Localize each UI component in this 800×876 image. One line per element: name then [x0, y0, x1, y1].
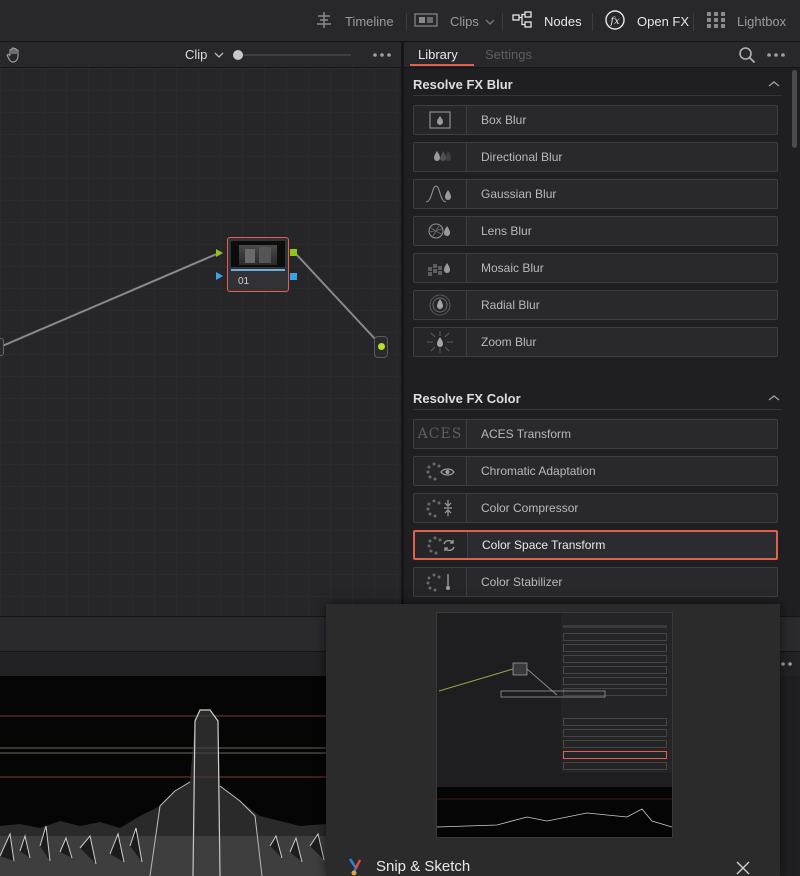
fx-item-label: Directional Blur: [481, 150, 563, 164]
nodes-icon: [512, 10, 544, 32]
waveform-trace: [0, 709, 326, 876]
chevron-up-icon[interactable]: [768, 80, 780, 88]
zoom-slider-handle[interactable]: [233, 50, 243, 60]
fx-item-chromatic-adaptation[interactable]: Chromatic Adaptation: [413, 456, 778, 486]
section-title-blur: Resolve FX Blur: [413, 77, 513, 92]
library-scrollbar[interactable]: [792, 70, 797, 148]
close-icon[interactable]: [735, 860, 751, 876]
color-space-transform-icon: [415, 532, 468, 558]
snip-footer: Snip & Sketch: [326, 852, 780, 876]
open-fx-button[interactable]: fx Open FX: [605, 0, 689, 42]
box-blur-icon: [414, 106, 467, 134]
lightbox-button[interactable]: Lightbox: [707, 0, 786, 42]
mosaic-blur-icon: [414, 254, 467, 282]
chevron-down-icon: [485, 14, 507, 29]
fx-item-label: Box Blur: [481, 113, 527, 127]
fx-item-color-space-transform[interactable]: Color Space Transform: [413, 530, 778, 560]
fx-item-label: Lens Blur: [481, 224, 532, 238]
chevron-up-icon[interactable]: [768, 394, 780, 402]
fx-item-radial-blur[interactable]: Radial Blur: [413, 290, 778, 320]
fx-item-directional-blur[interactable]: Directional Blur: [413, 142, 778, 172]
fx-item-label: Gaussian Blur: [481, 187, 557, 201]
open-fx-label: Open FX: [637, 13, 690, 29]
fx-item-label: Color Space Transform: [482, 538, 606, 552]
color-stabilizer-icon: [414, 568, 467, 596]
fx-item-label: Color Compressor: [481, 501, 579, 515]
timeline-icon: [315, 11, 345, 32]
zoom-slider[interactable]: [233, 50, 351, 60]
fx-item-label: Zoom Blur: [481, 335, 537, 349]
snip-and-sketch-app-icon: [346, 857, 366, 876]
node-mode-dropdown[interactable]: Clip: [185, 47, 224, 62]
chevron-down-icon: [214, 47, 224, 62]
top-toolbar: Timeline Clips Nodes fx Open FX Lightbox: [0, 0, 800, 42]
timeline-label: Timeline: [345, 13, 394, 29]
color-compressor-icon: [414, 494, 467, 522]
node-mode-label: Clip: [185, 47, 208, 62]
radial-blur-icon: [414, 291, 467, 319]
lightbox-icon: [707, 11, 737, 31]
node-connections: [0, 249, 377, 348]
more-options-icon[interactable]: [766, 46, 786, 69]
fx-item-label: Color Stabilizer: [481, 575, 563, 589]
nodes-label: Nodes: [544, 13, 582, 29]
tab-library[interactable]: Library: [418, 47, 458, 62]
chromatic-adaptation-icon: [414, 457, 467, 485]
fx-item-label: Chromatic Adaptation: [481, 464, 596, 478]
more-options-icon[interactable]: [780, 655, 800, 678]
fx-item-lens-blur[interactable]: Lens Blur: [413, 216, 778, 246]
fx-item-label: ACES Transform: [481, 427, 572, 441]
tab-settings[interactable]: Settings: [485, 47, 532, 62]
section-divider: [413, 95, 781, 96]
fx-item-color-stabilizer[interactable]: Color Stabilizer: [413, 567, 778, 597]
fx-item-gaussian-blur[interactable]: Gaussian Blur: [413, 179, 778, 209]
directional-blur-icon: [414, 143, 467, 171]
section-divider: [413, 409, 781, 410]
fx-item-label: Mosaic Blur: [481, 261, 544, 275]
timeline-button[interactable]: Timeline: [315, 0, 394, 42]
fx-item-mosaic-blur[interactable]: Mosaic Blur: [413, 253, 778, 283]
output-connector[interactable]: [374, 336, 388, 358]
fx-item-label: Radial Blur: [481, 298, 540, 312]
clips-button[interactable]: Clips: [414, 0, 507, 42]
active-tab-indicator: [410, 64, 474, 66]
tab-library-label: Library: [418, 47, 458, 62]
zoom-blur-icon: [414, 328, 467, 356]
clips-label: Clips: [450, 13, 479, 29]
more-options-icon[interactable]: [372, 46, 392, 69]
input-source-connector[interactable]: [0, 338, 4, 356]
node-graph-canvas[interactable]: 01: [0, 68, 401, 616]
aces-logo-text: ACES: [417, 426, 463, 442]
snip-title: Snip & Sketch: [376, 857, 471, 875]
aces-transform-icon: ACES: [414, 420, 467, 448]
lens-blur-icon: [414, 217, 467, 245]
section-title-color: Resolve FX Color: [413, 391, 521, 406]
nodes-button[interactable]: Nodes: [512, 0, 582, 42]
clips-icon: [414, 11, 450, 32]
openfx-library-list[interactable]: Resolve FX Blur Box Blur Directional Blu…: [404, 68, 800, 616]
library-header: Library Settings: [404, 42, 800, 68]
node-thumbnail: [231, 241, 285, 267]
lightbox-label: Lightbox: [737, 13, 787, 29]
snip-and-sketch-notification[interactable]: Snip & Sketch: [326, 604, 780, 876]
node-label: 01: [238, 276, 250, 287]
fx-item-aces-transform[interactable]: ACES ACES Transform: [413, 419, 778, 449]
svg-text:fx: fx: [609, 16, 620, 27]
fx-item-zoom-blur[interactable]: Zoom Blur: [413, 327, 778, 357]
fx-item-box-blur[interactable]: Box Blur: [413, 105, 778, 135]
search-icon[interactable]: [738, 46, 756, 69]
waveform-scope: [0, 676, 326, 876]
gaussian-blur-icon: [414, 180, 467, 208]
hand-tool-icon[interactable]: [5, 46, 25, 64]
screenshot-preview[interactable]: [436, 612, 673, 838]
fx-item-color-compressor[interactable]: Color Compressor: [413, 493, 778, 523]
node-editor-header: Clip: [0, 42, 401, 68]
fx-icon: fx: [605, 9, 637, 33]
tab-settings-label: Settings: [485, 47, 532, 62]
corrector-node-01[interactable]: 01: [227, 237, 289, 292]
